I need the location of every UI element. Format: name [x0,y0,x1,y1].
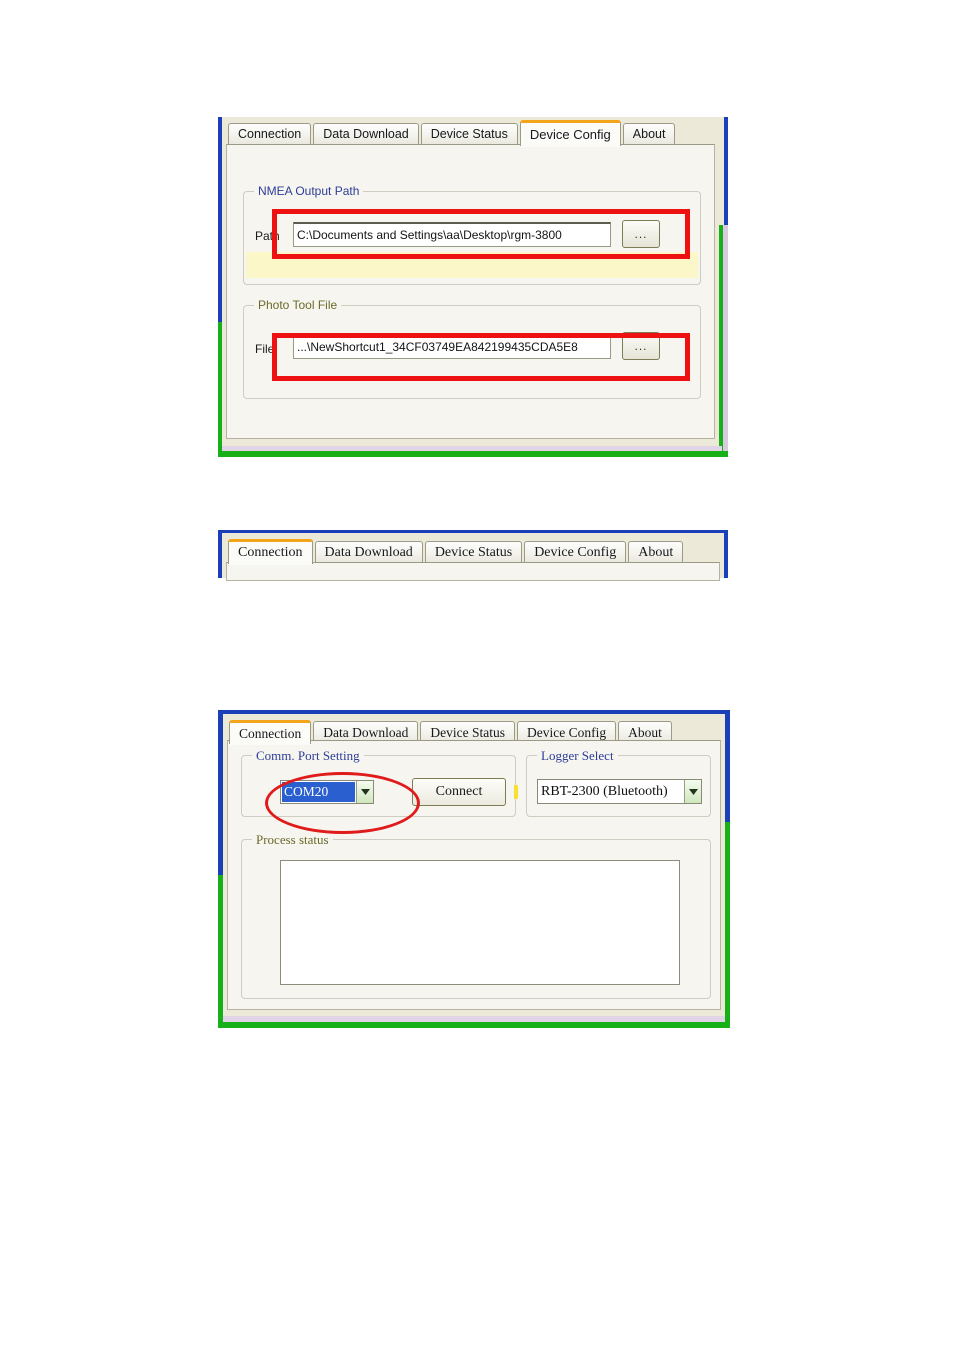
device-config-tabpage: NMEA Output Path Path C:\Documents and S… [226,144,715,439]
tab-label: Device Status [430,127,508,141]
tab-label: Connection [239,726,302,741]
comm-port-combo[interactable]: COM20 [280,780,374,804]
tab-label: Connection [238,545,303,560]
window-edge-bottom-green [218,451,728,457]
photo-file-input[interactable]: ...\NewShortcut1_34CF03749EA842199435CDA… [293,334,611,359]
photo-browse-button[interactable]: ... [622,332,660,360]
logger-select-value: RBT-2300 (Bluetooth) [541,783,668,799]
comm-port-setting-group: Comm. Port Setting COM20 Connect [241,748,518,817]
photo-browse-label: ... [634,339,648,353]
connection-edge-right-green [725,822,730,1028]
nmea-yellow-band [246,252,698,278]
connection-edge-bottom-lavender [223,1016,725,1022]
nmea-path-label: Path [255,229,280,243]
connection-tabstrip[interactable]: Connection Data Download Device Status D… [222,537,724,564]
tab-label: Data Download [323,127,409,141]
nmea-output-path-group: NMEA Output Path Path C:\Documents and S… [243,184,701,285]
tab-device-config[interactable]: Device Config [519,120,621,146]
connection-edge-right-blue [725,710,730,822]
nmea-group-label: NMEA Output Path [254,184,364,198]
photo-group-label: Photo Tool File [254,298,342,312]
tab-label: Data Download [324,545,413,560]
window-edge-right-blue [724,117,728,225]
nmea-path-input[interactable]: C:\Documents and Settings\aa\Desktop\rgm… [293,222,611,247]
photo-file-label: File: [255,342,278,356]
window-edge-right-lavender [723,225,728,457]
device-config-tabstrip[interactable]: Connection Data Download Device Status D… [222,119,719,146]
nmea-browse-button[interactable]: ... [622,220,660,248]
tab-label: About [628,725,662,740]
comm-port-value: COM20 [282,782,355,802]
chevron-down-icon[interactable] [684,780,701,803]
connection-window: Connection Data Download Device Status D… [218,710,730,1028]
tab-label: Device Config [526,725,607,740]
tabstrip-window-face: Connection Data Download Device Status D… [222,533,724,581]
process-status-group-label: Process status [252,832,333,848]
tab-data-download[interactable]: Data Download [313,123,419,145]
device-config-window-face: Connection Data Download Device Status D… [222,117,719,446]
tab-connection[interactable]: Connection [229,720,312,744]
tab-label: Connection [238,127,302,141]
process-status-log-text [281,861,679,867]
tab-about[interactable]: About [628,541,684,563]
connect-focus-sliver [514,785,518,799]
connection-window-face: Connection Data Download Device Status D… [223,714,725,1016]
logger-select-combo[interactable]: RBT-2300 (Bluetooth) [537,779,702,804]
tab-label: About [638,545,674,560]
process-status-log[interactable] [280,860,680,985]
nmea-browse-label: ... [634,227,648,241]
connect-button[interactable]: Connect [412,778,506,806]
nmea-path-value: C:\Documents and Settings\aa\Desktop\rgm… [297,228,562,242]
tab-label: Device Status [430,725,505,740]
logger-select-group-label: Logger Select [537,748,618,764]
device-config-window: Connection Data Download Device Status D… [218,117,728,457]
photo-tool-file-group: Photo Tool File File: ...\NewShortcut1_3… [243,298,701,399]
tab-data-download[interactable]: Data Download [314,541,423,563]
process-status-group: Process status [241,832,711,999]
connect-button-label: Connect [435,784,483,799]
window-edge-bottom-lavender [222,446,722,451]
tabstrip-window-edge-right-blue [724,530,728,578]
connection-edge-bottom-green [218,1022,730,1028]
tab-device-status[interactable]: Device Status [420,123,518,145]
tab-connection[interactable]: Connection [228,539,313,564]
tab-connection[interactable]: Connection [228,123,312,145]
tab-label: Device Config [529,127,611,142]
tab-device-status[interactable]: Device Status [424,541,523,563]
comm-port-group-label: Comm. Port Setting [252,748,364,764]
tab-label: About [632,127,666,141]
connection-tabpage-sliver [226,562,720,581]
tab-label: Device Config [534,545,617,560]
connection-tabstrip-window: Connection Data Download Device Status D… [218,530,728,581]
logger-select-group: Logger Select RBT-2300 (Bluetooth) [526,748,711,817]
photo-file-value: ...\NewShortcut1_34CF03749EA842199435CDA… [297,340,578,354]
chevron-down-icon[interactable] [356,781,373,803]
tab-about[interactable]: About [622,123,676,145]
document-page: Connection Data Download Device Status D… [0,0,954,1350]
tab-label: Data Download [323,725,409,740]
tab-label: Device Status [434,545,513,560]
tab-device-config[interactable]: Device Config [524,541,627,563]
connection-tabpage: Comm. Port Setting COM20 Connect Logger [227,740,721,1010]
